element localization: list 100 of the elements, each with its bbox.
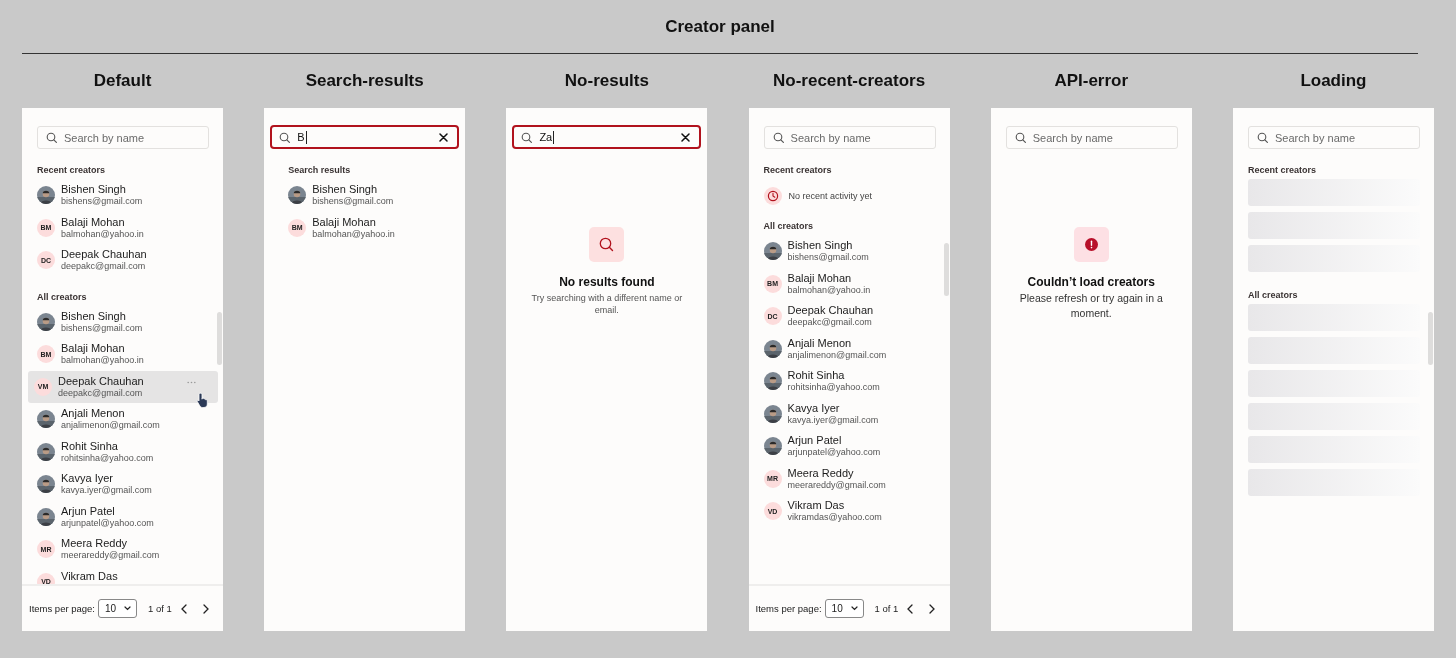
creator-name: Meera Reddy [787,466,855,480]
list-item[interactable]: Arjun Patel arjunpatel@yahoo.com [748,430,950,463]
hand-cursor-icon [196,391,210,408]
creator-email: kavya.iyer@gmail.com [61,485,152,497]
creator-name: Vikram Das [787,499,846,513]
scrollbar[interactable] [943,243,949,296]
chevron-down-icon [124,606,131,611]
search-input[interactable]: Search by name [1274,131,1411,144]
section-heading: Search results [288,164,352,176]
search-icon [46,132,57,143]
alert-icon [1073,227,1109,262]
search-field[interactable]: Search by name [1005,126,1178,149]
creator-name: Kavya Iyer [61,472,114,486]
page-title: Creator panel [664,17,776,37]
creator-name: Vikram Das [61,569,118,583]
creator-name: Bishen Singh [61,309,127,323]
state-title: No-results [564,72,649,90]
search-icon [589,227,625,262]
chevron-left-icon [907,603,914,614]
page-indicator: 1 of 1 [148,603,172,614]
creator-email: bishens@gmail.com [61,196,143,208]
creator-name: Bishen Singh [61,183,127,197]
section-heading: All creators [1247,289,1299,301]
creator-name: Arjun Patel [787,434,843,448]
creator-name: Kavya Iyer [787,401,841,415]
creator-name: Bishen Singh [787,239,854,253]
chevron-down-icon [850,606,858,611]
search-field[interactable]: Search by name [37,126,209,149]
search-input[interactable]: Za [539,131,553,143]
section-heading: All creators [763,220,815,232]
creator-email: deepakc@gmail.com [61,261,147,273]
search-field[interactable]: Search by name [1247,126,1420,149]
creator-name: Deepak Chauhan [61,248,147,262]
list-item[interactable]: Rohit Sinha rohitsinha@yahoo.com [748,365,950,398]
creator-name: Anjali Menon [61,407,126,421]
creator-name: Balaji Mohan [312,215,377,229]
list-item[interactable]: Arjun Patel arjunpatel@yahoo.com [22,500,223,533]
creator-email: anjalimenon@gmail.com [61,420,160,432]
creator-email: kavya.iyer@gmail.com [787,414,879,426]
message-title: No results found [559,275,655,289]
creator-email: balmohan@yahoo.in [61,355,144,367]
scrollbar[interactable] [1427,312,1433,365]
search-field[interactable]: B [270,125,460,149]
message-text: Please refresh or try again in a moment. [1018,291,1164,321]
text-cursor [553,130,555,144]
creator-name: Rohit Sinha [787,369,846,383]
creator-email: bishens@gmail.com [61,322,143,334]
clear-icon[interactable] [681,132,691,142]
creator-email: arjunpatel@yahoo.com [787,447,881,459]
creator-email: vikramdas@yahoo.com [787,512,882,524]
list-item[interactable]: Bishen Singh bishens@gmail.com [264,179,466,212]
state-title: Loading [1300,72,1367,90]
creator-email: balmohan@yahoo.in [61,228,144,240]
clear-icon[interactable] [439,132,449,142]
search-field[interactable]: Search by name [763,126,936,149]
creator-email: deepakc@gmail.com [58,387,144,399]
creator-name: Deepak Chauhan [58,374,144,388]
message-text: Try searching with a different name or email. [530,292,684,316]
creator-email: rohitsinha@yahoo.com [61,452,154,464]
list-item[interactable]: Anjali Menon anjalimenon@gmail.com [748,332,950,365]
creator-name: Deepak Chauhan [787,304,874,318]
per-page-select[interactable]: 10 [98,599,137,618]
per-page-label: Items per page: [29,603,95,614]
creator-name: Balaji Mohan [61,342,126,356]
creator-name: Bishen Singh [312,183,378,197]
per-page-select[interactable]: 10 [824,599,864,618]
state-title: No-recent-creators [773,72,926,90]
chevron-right-icon [202,603,209,614]
chevron-left-icon [180,603,187,614]
section-heading: Recent creators [763,164,833,176]
list-item[interactable]: Kavya Iyer kavya.iyer@gmail.com [748,397,950,430]
search-field[interactable]: Za [512,125,702,149]
state-title: API-error [1054,72,1129,90]
search-input[interactable]: Search by name [64,131,200,144]
text-cursor [305,130,307,144]
clock-icon [763,187,782,205]
scrollbar[interactable] [217,312,222,365]
list-item[interactable]: Kavya Iyer kavya.iyer@gmail.com [22,468,223,501]
page-indicator: 1 of 1 [874,603,899,614]
creator-email: anjalimenon@gmail.com [787,349,887,361]
list-item[interactable]: Bishen Singh bishens@gmail.com [22,179,223,212]
list-item[interactable]: Rohit Sinha rohitsinha@yahoo.com [22,435,223,468]
creator-name: Meera Reddy [61,537,129,551]
empty-message: No recent activity yet [788,191,873,201]
creator-name: Balaji Mohan [787,271,853,285]
list-item[interactable]: Anjali Menon anjalimenon@gmail.com [22,403,223,436]
state-title: Default [93,72,152,90]
per-page-label: Items per page: [755,603,822,614]
creator-email: meerareddy@gmail.com [787,479,886,491]
creator-email: balmohan@yahoo.in [312,228,395,240]
message-title: Couldn’t load creators [1027,275,1155,289]
search-input[interactable]: Search by name [1032,131,1169,144]
search-input[interactable]: B [297,131,305,143]
chevron-right-icon [929,603,936,614]
search-input[interactable]: Search by name [790,131,927,144]
creator-name: Rohit Sinha [61,439,119,453]
search-icon [521,131,533,143]
list-item[interactable]: Bishen Singh bishens@gmail.com [22,305,223,338]
search-icon [772,132,784,143]
list-item[interactable]: Bishen Singh bishens@gmail.com [748,235,950,268]
